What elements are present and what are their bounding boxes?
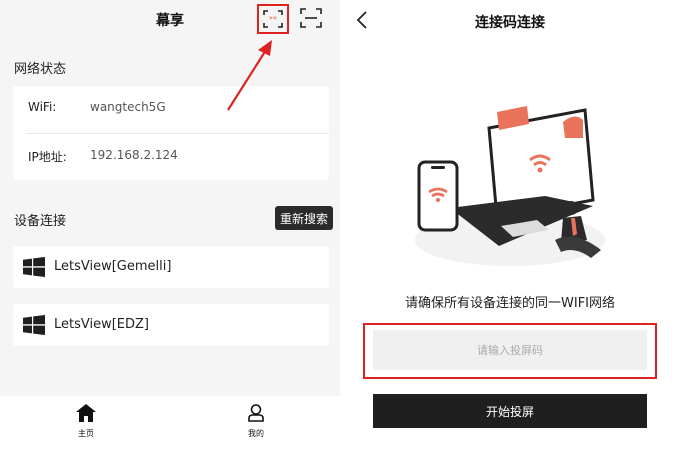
home-screen: 幕享 ** 网络状态 WiFi: wangtech5G IP地址: 192.16… — [0, 0, 340, 450]
home-title: 幕享 — [156, 13, 184, 29]
device-item[interactable]: LetsView[EDZ] — [13, 304, 329, 346]
windows-icon — [23, 257, 45, 277]
user-icon — [248, 404, 264, 422]
code-connect-title: 连接码连接 — [475, 15, 545, 31]
device-connection-heading: 设备连接 — [14, 214, 67, 229]
wifi-row: WiFi: wangtech5G — [13, 86, 329, 132]
bottom-tab-bar: 主页 我的 — [0, 396, 340, 450]
device-name: LetsView[EDZ] — [54, 317, 150, 332]
device-name: LetsView[Gemelli] — [54, 259, 172, 274]
ip-value: 192.168.2.124 — [90, 148, 178, 162]
same-wifi-hint: 请确保所有设备连接的同一WIFI网络 — [405, 296, 615, 311]
scan-qr-button[interactable] — [299, 6, 323, 30]
network-card: WiFi: wangtech5G IP地址: 192.168.2.124 — [13, 86, 329, 180]
home-icon — [76, 404, 96, 422]
device-item[interactable]: LetsView[Gemelli] — [13, 246, 329, 288]
tab-home-label: 主页 — [78, 429, 94, 438]
home-header: 幕享 ** — [0, 0, 340, 38]
code-connect-header: 连接码连接 — [340, 0, 680, 40]
tab-home[interactable]: 主页 — [56, 404, 116, 439]
wifi-value: wangtech5G — [90, 100, 166, 114]
ip-label: IP地址: — [28, 150, 67, 164]
start-casting-button[interactable]: 开始投屏 — [373, 394, 647, 428]
code-connect-screen: 连接码连接 请确保所有设备连接的同一WIFI网络 开始投屏 — [340, 0, 680, 450]
windows-icon — [23, 315, 45, 335]
devices-illustration — [415, 106, 605, 266]
tab-profile-label: 我的 — [248, 429, 264, 438]
refresh-search-button[interactable]: 重新搜索 — [275, 206, 333, 230]
ip-row: IP地址: 192.168.2.124 — [13, 134, 329, 180]
code-scan-icon: ** — [263, 10, 283, 28]
svg-text:**: ** — [269, 15, 277, 24]
scan-icon — [300, 8, 322, 28]
connection-code-button[interactable]: ** — [257, 4, 289, 34]
screen-code-input[interactable] — [373, 330, 647, 370]
network-status-heading: 网络状态 — [14, 62, 67, 77]
wifi-label: WiFi: — [28, 100, 57, 114]
tab-profile[interactable]: 我的 — [226, 404, 286, 439]
